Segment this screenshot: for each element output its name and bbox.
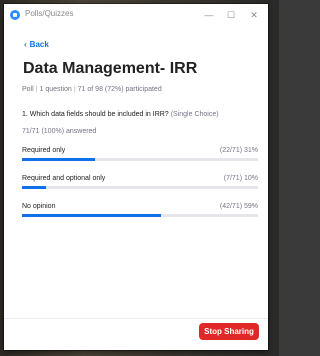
back-link[interactable]: ‹ Back bbox=[24, 40, 49, 49]
polls-window: Polls/Quizzes — ☐ ✕ ‹ Back Data Managemen… bbox=[4, 4, 268, 350]
footer-divider bbox=[4, 318, 268, 319]
option-bar-fill bbox=[22, 186, 46, 189]
chevron-left-icon: ‹ bbox=[24, 40, 27, 49]
option-bar-track bbox=[22, 158, 258, 161]
stop-sharing-button[interactable]: Stop Sharing bbox=[199, 323, 259, 340]
option-bar-track bbox=[22, 186, 258, 189]
option-label: Required only bbox=[22, 147, 66, 154]
poll-title: Data Management- IRR bbox=[23, 60, 198, 77]
option-stat: (22/71) 31% bbox=[219, 147, 258, 154]
close-button[interactable]: ✕ bbox=[246, 8, 262, 22]
window-title: Polls/Quizzes bbox=[25, 9, 74, 18]
participation-count: 71 of 98 (72%) participated bbox=[77, 86, 162, 93]
question-type: (Single Choice) bbox=[170, 111, 219, 118]
question-text: 1. Which data fields should be included … bbox=[22, 111, 219, 118]
option-label: No opinion bbox=[22, 203, 56, 210]
poll-type: Poll bbox=[22, 86, 34, 93]
question-count: 1 question bbox=[39, 86, 72, 93]
option-stat: (42/71) 59% bbox=[219, 203, 258, 210]
option-bar-track bbox=[22, 214, 258, 217]
option-bar-fill bbox=[22, 158, 96, 161]
meta-separator: | bbox=[73, 86, 76, 93]
title-bar: Polls/Quizzes — ☐ ✕ bbox=[4, 4, 268, 26]
zoom-logo-icon bbox=[10, 10, 20, 20]
option-stat: (7/71) 10% bbox=[223, 175, 258, 182]
poll-meta: Poll | 1 question | 71 of 98 (72%) participa… bbox=[22, 86, 162, 93]
question-label: 1. Which data fields should be included … bbox=[22, 111, 169, 118]
minimize-button[interactable]: — bbox=[201, 8, 217, 22]
option-label: Required and optional only bbox=[22, 175, 106, 182]
answered-count: 71/71 (100%) answered bbox=[22, 128, 97, 135]
maximize-button[interactable]: ☐ bbox=[223, 8, 239, 22]
back-label: Back bbox=[29, 40, 49, 49]
option-bar-fill bbox=[22, 214, 162, 217]
meta-separator: | bbox=[35, 86, 38, 93]
